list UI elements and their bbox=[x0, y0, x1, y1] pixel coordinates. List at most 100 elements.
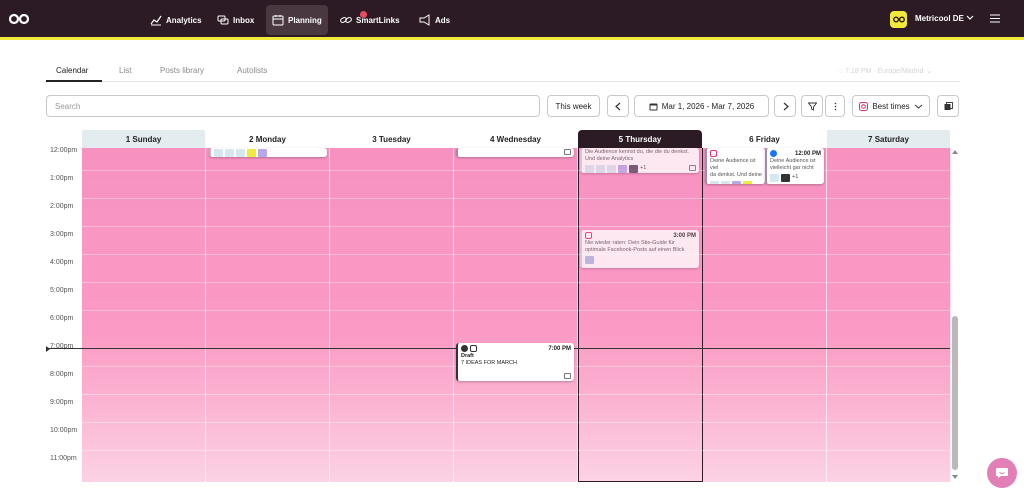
megaphone-icon bbox=[419, 14, 430, 26]
post-header: 3:00 PM bbox=[582, 230, 699, 239]
filter-button[interactable] bbox=[801, 95, 823, 117]
preview-icon bbox=[564, 373, 571, 379]
preview-icon bbox=[689, 165, 696, 171]
tab-list[interactable]: List bbox=[119, 66, 131, 75]
post-text: Deine Audience ist viel da denkst. Und d… bbox=[707, 157, 765, 180]
hour-label: 11:00pm bbox=[50, 455, 77, 462]
post-text-line: Nie wieder raten: Dein Stie-Guide für bbox=[585, 240, 675, 246]
brand-avatar[interactable] bbox=[890, 11, 907, 28]
current-time-marker bbox=[46, 346, 50, 352]
day-header-thursday[interactable]: 5 Thursday bbox=[578, 130, 702, 148]
scroll-down-arrow-icon[interactable] bbox=[952, 475, 958, 479]
calendar-icon bbox=[649, 103, 658, 110]
post-card[interactable]: Deine Audience ist viel da denkst. Und d… bbox=[705, 148, 765, 184]
post-header: 12:00 PM bbox=[767, 148, 824, 157]
thumbnail bbox=[585, 256, 594, 264]
nav-analytics-label: Analytics bbox=[166, 15, 202, 25]
hour-gridline bbox=[82, 198, 950, 199]
thumbnail bbox=[618, 165, 627, 173]
day-header-sunday[interactable]: 1 Sunday bbox=[82, 130, 205, 148]
nav-inbox-label: Inbox bbox=[233, 15, 255, 25]
hour-label: 1:00pm bbox=[50, 175, 74, 182]
nav-inbox[interactable]: Inbox bbox=[211, 5, 260, 35]
tab-posts-library[interactable]: Posts library bbox=[160, 66, 204, 75]
thumbnail bbox=[743, 181, 752, 184]
active-tab-indicator bbox=[46, 80, 102, 82]
more-count: +1 bbox=[792, 174, 799, 180]
nav-planning[interactable]: Planning bbox=[266, 5, 328, 35]
support-chat-button[interactable] bbox=[987, 458, 1017, 488]
this-week-button[interactable]: This week bbox=[547, 95, 600, 117]
instagram-icon bbox=[585, 232, 592, 239]
search-input[interactable] bbox=[46, 95, 540, 117]
date-range-label: Mar 1, 2026 - Mar 7, 2026 bbox=[661, 101, 755, 111]
globe-icon: ◌ bbox=[838, 67, 843, 75]
post-thumbnails: +1 bbox=[582, 164, 699, 173]
chevron-down-icon: ⌄ bbox=[926, 68, 933, 75]
instagram-icon bbox=[710, 150, 717, 157]
previous-week-button[interactable] bbox=[607, 95, 629, 117]
thumbnail bbox=[596, 165, 605, 173]
timezone-selector[interactable]: ◌ 7:18 PM · Europe/Madrid ⌄ bbox=[838, 67, 933, 76]
hour-label: 3:00pm bbox=[50, 231, 74, 238]
hour-gridline bbox=[82, 226, 950, 227]
tab-calendar[interactable]: Calendar bbox=[56, 66, 88, 75]
facebook-icon bbox=[770, 150, 777, 157]
thumbnail bbox=[770, 174, 779, 182]
post-text: Draft 7 IDEAS FOR MARCH bbox=[458, 352, 574, 368]
instagram-icon bbox=[470, 345, 477, 352]
top-navigation: Analytics Inbox Planning SmartLinks Ads … bbox=[0, 0, 1024, 40]
thumbnail bbox=[585, 165, 594, 173]
chevron-down-icon[interactable] bbox=[966, 15, 974, 21]
post-thumbnails: +1 bbox=[767, 173, 824, 183]
post-card[interactable]: Die Audience kennst du, die die du denks… bbox=[580, 148, 699, 173]
thumbnail bbox=[236, 149, 245, 157]
post-text: Die Audience kennst du, die die du denks… bbox=[585, 149, 689, 162]
day-header-wednesday[interactable]: 4 Wednesday bbox=[454, 130, 577, 148]
draft-status: Draft bbox=[461, 353, 474, 359]
hour-label: 4:00pm bbox=[50, 259, 74, 266]
tab-autolists[interactable]: Autolists bbox=[237, 66, 267, 75]
hour-gridline bbox=[82, 450, 950, 451]
hour-label: 12:00pm bbox=[50, 147, 78, 154]
day-header-monday[interactable]: 2 Monday bbox=[206, 130, 329, 148]
thumbnail bbox=[258, 149, 267, 157]
post-thumbnails bbox=[707, 180, 765, 184]
post-networks bbox=[461, 345, 477, 352]
scrollbar-thumb[interactable] bbox=[952, 316, 958, 470]
thumbnail bbox=[214, 149, 223, 157]
calendar-scrollbar[interactable] bbox=[951, 148, 959, 482]
day-header-friday[interactable]: 6 Friday bbox=[703, 130, 826, 148]
post-time: 12:00 PM bbox=[794, 150, 821, 157]
hour-label: 10:00pm bbox=[50, 427, 78, 434]
post-text-line: 7 IDEAS FOR MARCH bbox=[461, 360, 517, 366]
day-header-tuesday[interactable]: 3 Tuesday bbox=[330, 130, 453, 148]
brand-name[interactable]: Metricool DE bbox=[915, 14, 964, 23]
next-week-button[interactable] bbox=[774, 95, 796, 117]
post-header: 7:00 PM bbox=[458, 343, 574, 352]
best-times-label: Best times bbox=[872, 101, 910, 111]
menu-icon[interactable] bbox=[990, 14, 1000, 23]
day-header-saturday[interactable]: 7 Saturday bbox=[827, 130, 950, 148]
nav-analytics[interactable]: Analytics bbox=[144, 5, 208, 35]
post-text: Deine Audience ist vielleicht gar nicht bbox=[767, 157, 824, 173]
draft-post-card[interactable]: 7:00 PM Draft 7 IDEAS FOR MARCH bbox=[456, 343, 574, 381]
gallery-view-button[interactable] bbox=[937, 95, 959, 117]
post-card[interactable]: 12:00 PM Deine Audience ist vielleicht g… bbox=[765, 148, 824, 184]
date-range-picker[interactable]: Mar 1, 2026 - Mar 7, 2026 bbox=[634, 95, 769, 117]
scroll-up-arrow-icon[interactable] bbox=[952, 150, 958, 154]
post-text-line: Deine Audience ist bbox=[770, 158, 816, 164]
thumbnail bbox=[781, 174, 790, 182]
nav-planning-label: Planning bbox=[288, 15, 322, 25]
images-icon bbox=[944, 101, 953, 110]
post-card[interactable]: 3:00 PM Nie wieder raten: Dein Stie-Guid… bbox=[580, 230, 699, 268]
best-times-dropdown[interactable]: Best times bbox=[852, 95, 930, 117]
nav-ads[interactable]: Ads bbox=[413, 5, 456, 35]
more-options-button[interactable] bbox=[825, 95, 845, 117]
post-card[interactable] bbox=[456, 148, 574, 157]
nav-smartlinks[interactable]: SmartLinks bbox=[334, 5, 406, 35]
chevron-right-icon bbox=[783, 102, 789, 110]
hour-gridline bbox=[82, 282, 950, 283]
post-card[interactable] bbox=[209, 148, 327, 157]
metricool-logo-icon[interactable] bbox=[9, 13, 29, 25]
